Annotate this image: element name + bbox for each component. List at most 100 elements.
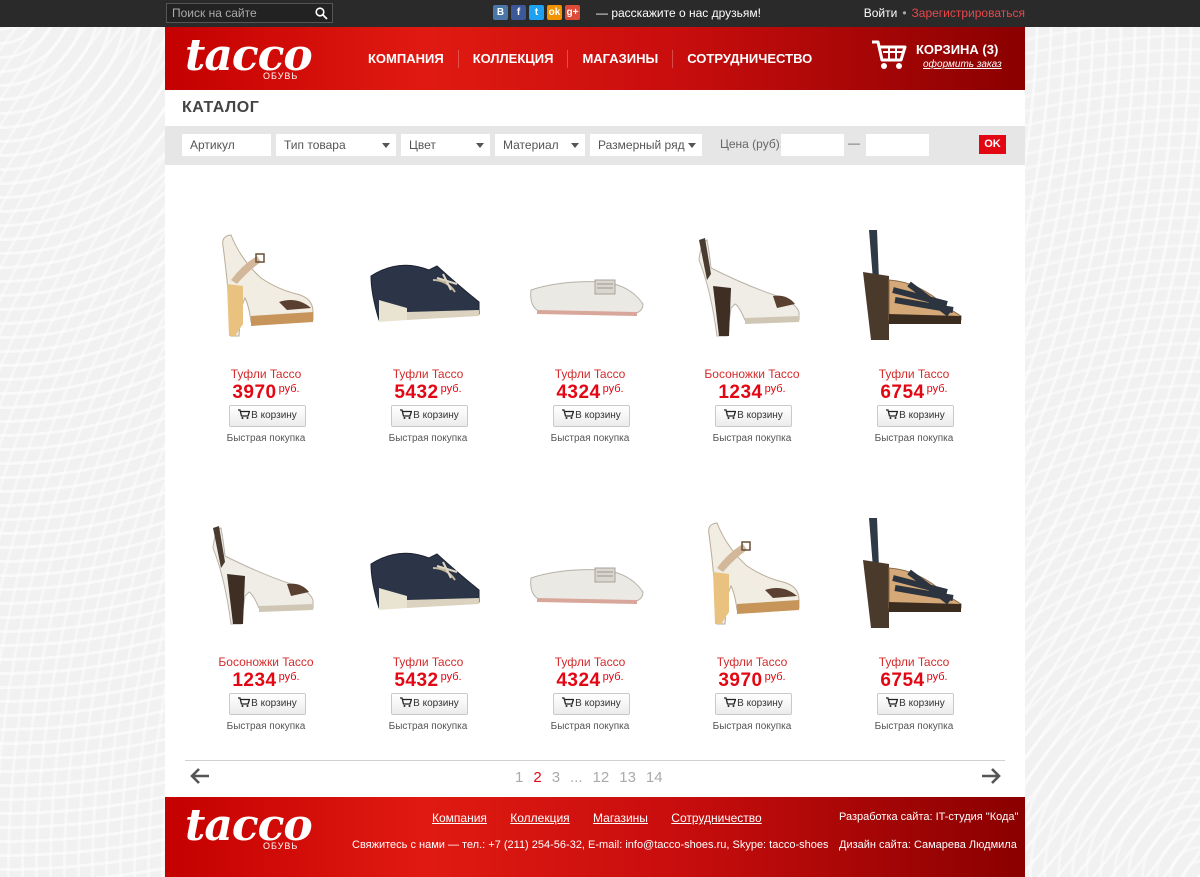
add-to-cart-label: В корзину: [899, 410, 945, 421]
price-min-input[interactable]: [781, 134, 844, 156]
add-to-cart-button[interactable]: В корзину: [553, 405, 630, 427]
cart-title[interactable]: КОРЗИНА (3): [916, 42, 998, 57]
quick-buy-link[interactable]: Быстрая покупка: [833, 433, 995, 444]
vk-icon[interactable]: B: [493, 5, 508, 20]
product-price-value: 4324: [556, 382, 601, 403]
add-to-cart-button[interactable]: В корзину: [229, 405, 306, 427]
footer-nav-company[interactable]: Компания: [432, 811, 487, 825]
product-image[interactable]: [363, 220, 493, 350]
product-image[interactable]: [687, 220, 817, 350]
nav-cooperation[interactable]: СОТРУДНИЧЕСТВО: [673, 50, 826, 68]
filter-ok-button[interactable]: OK: [979, 135, 1006, 154]
article-field[interactable]: Артикул: [182, 134, 271, 156]
price-dash: —: [848, 136, 860, 150]
product-image[interactable]: [201, 220, 331, 350]
add-to-cart-button[interactable]: В корзину: [877, 693, 954, 715]
footer-nav-cooperation[interactable]: Сотрудничество: [671, 811, 761, 825]
footer-logo-subtitle: ОБУВЬ: [263, 841, 299, 851]
type-select[interactable]: Тип товара: [276, 134, 396, 156]
product-name[interactable]: Туфли Tacco: [509, 367, 671, 381]
product-name[interactable]: Туфли Tacco: [347, 367, 509, 381]
checkout-link[interactable]: оформить заказ: [923, 59, 1002, 70]
add-to-cart-button[interactable]: В корзину: [391, 693, 468, 715]
product-name[interactable]: Туфли Tacco: [671, 655, 833, 669]
login-link[interactable]: Войти: [864, 6, 898, 20]
product-image[interactable]: [201, 508, 331, 638]
product-name[interactable]: Туфли Tacco: [833, 367, 995, 381]
quick-buy-link[interactable]: Быстрая покупка: [509, 721, 671, 732]
nav-company[interactable]: КОМПАНИЯ: [352, 49, 459, 68]
quick-buy-link[interactable]: Быстрая покупка: [347, 433, 509, 444]
footer-nav-stores[interactable]: Магазины: [593, 811, 648, 825]
cart-icon[interactable]: [871, 39, 907, 71]
page-link[interactable]: 1: [515, 769, 523, 786]
product-price-value: 5432: [394, 670, 439, 691]
product-name[interactable]: Туфли Tacco: [185, 367, 347, 381]
quick-buy-link[interactable]: Быстрая покупка: [671, 433, 833, 444]
cart-icon: [724, 697, 737, 707]
product-name[interactable]: Туфли Tacco: [833, 655, 995, 669]
material-select[interactable]: Материал: [495, 134, 585, 156]
page-link[interactable]: 3: [552, 769, 560, 786]
arrow-left-icon[interactable]: [190, 768, 210, 784]
product-image[interactable]: [687, 508, 817, 638]
product-image[interactable]: [363, 508, 493, 638]
product-price: 3970 руб.: [185, 382, 347, 404]
product-name[interactable]: Туфли Tacco: [509, 655, 671, 669]
material-select-label: Материал: [503, 138, 559, 152]
type-select-label: Тип товара: [284, 138, 346, 152]
footer-contact: Свяжитесь с нами — тел.: +7 (211) 254-56…: [352, 839, 829, 851]
product-image[interactable]: [849, 508, 979, 638]
product-image[interactable]: [525, 220, 655, 350]
filter-bar: Артикул Тип товара Цвет Материал Размерн…: [165, 126, 1025, 165]
cart[interactable]: КОРЗИНА (3) оформить заказ: [871, 39, 1011, 79]
add-to-cart-button[interactable]: В корзину: [715, 693, 792, 715]
facebook-icon[interactable]: f: [511, 5, 526, 20]
footer-nav-collection[interactable]: Коллекция: [510, 811, 569, 825]
quick-buy-link[interactable]: Быстрая покупка: [509, 433, 671, 444]
add-to-cart-button[interactable]: В корзину: [391, 405, 468, 427]
page-link[interactable]: 2: [533, 769, 541, 786]
price-max-input[interactable]: [866, 134, 929, 156]
add-to-cart-button[interactable]: В корзину: [877, 405, 954, 427]
page-link[interactable]: 13: [619, 769, 636, 786]
quick-buy-link[interactable]: Быстрая покупка: [347, 721, 509, 732]
twitter-icon[interactable]: t: [529, 5, 544, 20]
quick-buy-link[interactable]: Быстрая покупка: [185, 433, 347, 444]
color-select[interactable]: Цвет: [401, 134, 490, 156]
quick-buy-link[interactable]: Быстрая покупка: [671, 721, 833, 732]
product-card: Туфли Tacco 4324 руб. В корзину Быстрая поку…: [509, 508, 671, 748]
nav-stores[interactable]: МАГАЗИНЫ: [568, 49, 674, 68]
product-price-currency: руб.: [764, 383, 786, 395]
register-link[interactable]: Зарегистрироваться: [912, 6, 1025, 20]
product-name[interactable]: Босоножки Tacco: [185, 655, 347, 669]
quick-buy-link[interactable]: Быстрая покупка: [833, 721, 995, 732]
product-image[interactable]: [525, 508, 655, 638]
product-image[interactable]: [849, 220, 979, 350]
quick-buy-link[interactable]: Быстрая покупка: [185, 721, 347, 732]
cart-icon: [562, 409, 575, 419]
page-link[interactable]: 14: [646, 769, 663, 786]
add-to-cart-label: В корзину: [899, 698, 945, 709]
product-name[interactable]: Туфли Tacco: [347, 655, 509, 669]
nav-collection[interactable]: КОЛЛЕКЦИЯ: [459, 49, 569, 68]
size-select[interactable]: Размерный ряд: [590, 134, 702, 156]
page-link[interactable]: 12: [593, 769, 610, 786]
add-to-cart-button[interactable]: В корзину: [553, 693, 630, 715]
add-to-cart-button[interactable]: В корзину: [229, 693, 306, 715]
add-to-cart-label: В корзину: [251, 410, 297, 421]
arrow-right-icon[interactable]: [981, 768, 1001, 784]
product-price-value: 3970: [232, 382, 277, 403]
product-price-currency: руб.: [602, 671, 624, 683]
search-icon[interactable]: [315, 7, 328, 20]
top-bar: Bftokg+ — расскажите о нас друзьям! Войт…: [0, 0, 1200, 27]
odnoklassniki-icon[interactable]: ok: [547, 5, 562, 20]
product-price: 6754 руб.: [833, 382, 995, 404]
price-label: Цена (руб):: [720, 137, 784, 151]
product-card: Туфли Tacco 6754 руб. В корзину Быстрая поку…: [833, 220, 995, 460]
google-plus-icon[interactable]: g+: [565, 5, 580, 20]
add-to-cart-button[interactable]: В корзину: [715, 405, 792, 427]
add-to-cart-label: В корзину: [575, 410, 621, 421]
search-input[interactable]: [167, 4, 312, 22]
product-name[interactable]: Босоножки Tacco: [671, 367, 833, 381]
